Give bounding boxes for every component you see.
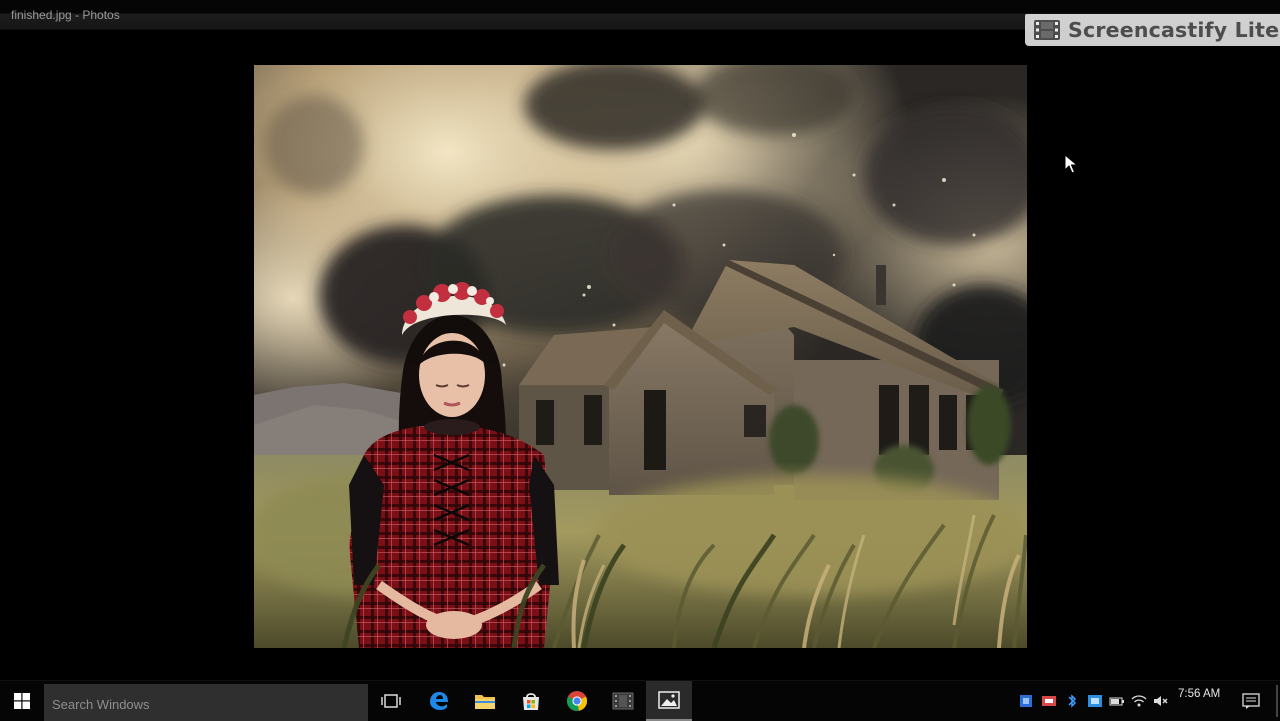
store-icon: [523, 693, 539, 710]
windows-logo-icon: [14, 693, 30, 709]
volume-muted-icon[interactable]: [1152, 693, 1168, 709]
film-icon: [612, 692, 634, 710]
edge-icon: [430, 692, 448, 710]
task-view-icon: [381, 694, 401, 708]
screencastify-watermark: Screencastify Lite: [1025, 14, 1280, 46]
film-strip-icon: [1034, 20, 1060, 40]
search-placeholder: Search Windows: [52, 697, 150, 712]
search-box[interactable]: Search Windows: [44, 684, 368, 721]
store-button[interactable]: [508, 681, 554, 721]
watermark-label: Screencastify Lite: [1068, 18, 1280, 42]
start-button[interactable]: [0, 681, 44, 721]
edge-button[interactable]: [416, 681, 462, 721]
file-explorer-icon: [475, 695, 495, 709]
defender-tray-icon[interactable]: [1018, 693, 1034, 709]
task-view-button[interactable]: [368, 681, 414, 721]
battery-icon[interactable]: [1109, 693, 1125, 709]
action-center-icon[interactable]: [1242, 693, 1260, 709]
network-adapter-icon[interactable]: [1087, 693, 1103, 709]
mouse-cursor-icon: [1064, 154, 1078, 174]
photos-app-button[interactable]: [646, 681, 692, 721]
bluetooth-icon[interactable]: [1064, 693, 1080, 709]
movies-app-button[interactable]: [600, 681, 646, 721]
window-title: finished.jpg - Photos: [11, 8, 120, 22]
chrome-icon: [566, 691, 588, 712]
taskbar: Search Windows 7:56 AM: [0, 680, 1280, 721]
wifi-icon[interactable]: [1131, 693, 1147, 709]
file-explorer-button[interactable]: [462, 681, 508, 721]
show-desktop-button[interactable]: [1276, 685, 1278, 717]
system-clock[interactable]: 7:56 AM: [1178, 688, 1220, 700]
chrome-button[interactable]: [554, 681, 600, 721]
photos-icon: [658, 691, 680, 709]
displayed-photo[interactable]: [254, 65, 1027, 648]
security-tray-icon[interactable]: [1041, 693, 1057, 709]
